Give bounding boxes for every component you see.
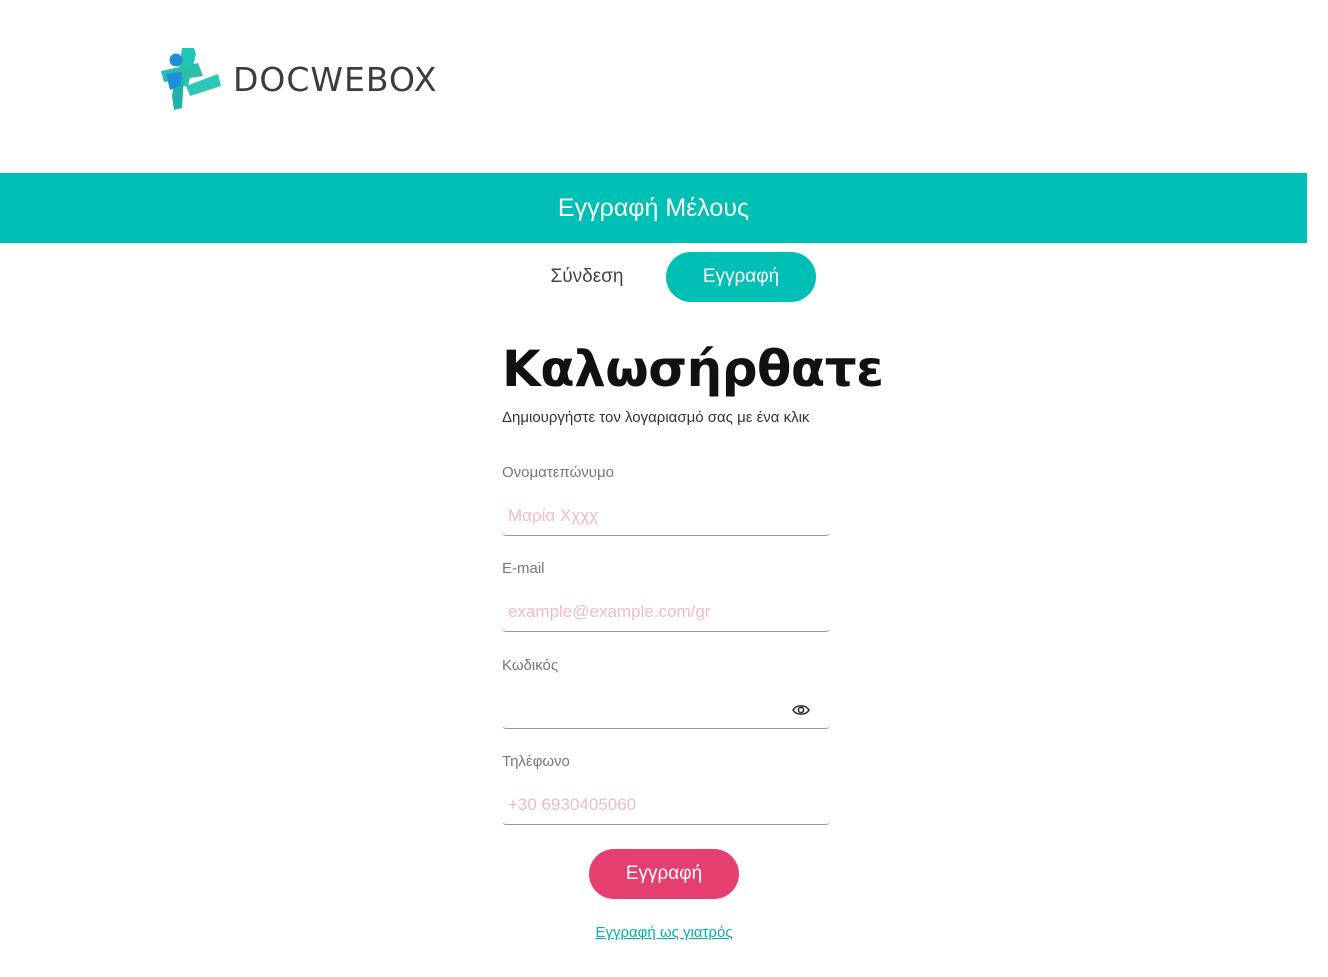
password-input[interactable] (502, 689, 830, 729)
phone-input[interactable] (502, 785, 830, 825)
form-subtitle: Δημιουργήστε τον λογαριασμό σας με ένα κ… (502, 409, 810, 426)
brand-logo[interactable]: DOCWEBOX (158, 46, 437, 112)
brand-name: DOCWEBOX (233, 59, 438, 99)
banner-title: Εγγραφή Μέλους (557, 193, 750, 222)
tab-register[interactable]: Εγγραφή (666, 252, 816, 302)
registration-form: Καλωσήρθατε Δημιουργήστε τον λογαριασμό … (502, 338, 884, 825)
tab-login[interactable]: Σύνδεση (516, 252, 658, 302)
email-field: E-mail (502, 560, 830, 632)
page-banner: Εγγραφή Μέλους (0, 173, 1307, 243)
phone-label: Τηλέφωνο (502, 753, 570, 770)
register-as-doctor-link[interactable]: Εγγραφή ως γιατρός (0, 924, 1328, 941)
password-field: Κωδικός (502, 657, 830, 729)
email-label: E-mail (502, 560, 545, 577)
eye-icon[interactable] (792, 703, 810, 717)
email-input[interactable] (502, 592, 830, 632)
phone-field: Τηλέφωνο (502, 753, 830, 825)
welcome-heading: Καλωσήρθατε (502, 340, 884, 398)
logo-cross-icon (161, 48, 221, 110)
password-label: Κωδικός (502, 657, 559, 674)
auth-tabs: Σύνδεση Εγγραφή (516, 252, 816, 302)
fullname-label: Ονοματεπώνυμο (502, 464, 614, 481)
fullname-field: Ονοματεπώνυμο (502, 464, 830, 536)
register-submit-button[interactable]: Εγγραφή (589, 849, 739, 899)
fullname-input[interactable] (502, 496, 830, 536)
